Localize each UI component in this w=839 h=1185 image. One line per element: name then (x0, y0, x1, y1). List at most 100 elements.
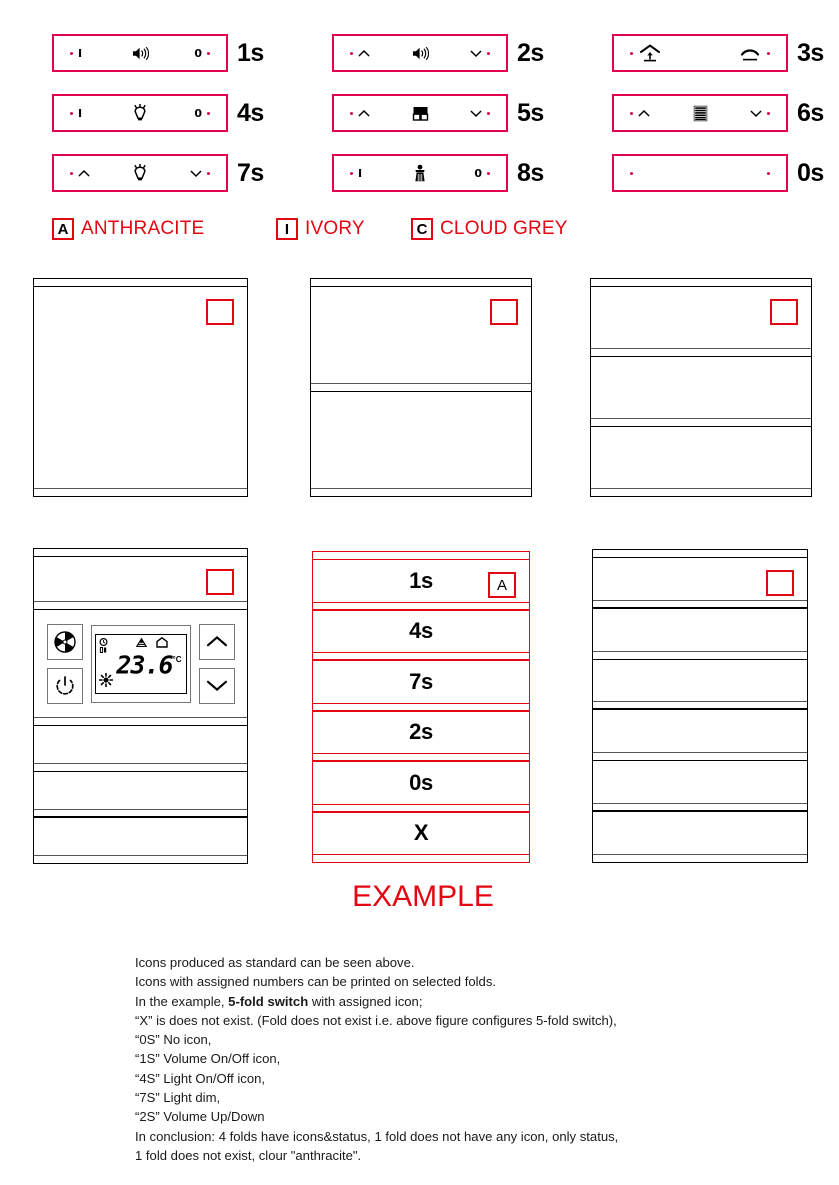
fold-6[interactable]: X (313, 812, 529, 854)
awning-retract-icon (740, 49, 760, 61)
state-label-left: I (78, 106, 83, 120)
fold-2[interactable] (591, 357, 811, 418)
icon-preview-3s (612, 34, 788, 72)
switch-panel-6-fold[interactable] (592, 549, 808, 863)
led-dot-icon (767, 111, 770, 115)
speaker-volume-icon (412, 46, 429, 60)
left-indicator-1s: I (64, 36, 120, 70)
fold-3[interactable] (591, 427, 811, 488)
icon-legend-item-5s: 5s (332, 94, 544, 132)
fold-4[interactable] (593, 710, 807, 753)
panel-strip-top (311, 278, 531, 287)
panel-strip-mid (593, 803, 807, 813)
panel-body: 1s A 4s 7s 2s 0s X (312, 551, 530, 863)
panel-body: 23.6 °C (33, 548, 248, 864)
icon-legend-grid: I 0 1s 2s 3s I 0 4s 5s 6s 7s I 0 8s 0s (0, 0, 839, 205)
fold-2[interactable]: 4s (313, 610, 529, 652)
fold-2[interactable] (311, 392, 531, 488)
left-indicator-6s (624, 96, 680, 130)
panel-strip-mid (311, 383, 531, 392)
colour-code-badge: A (52, 218, 74, 240)
icon-legend-item-1s: I 0 1s (52, 34, 264, 72)
fold-5[interactable] (593, 761, 807, 804)
fold-4[interactable]: 2s (313, 711, 529, 753)
icon-preview-0s (612, 154, 788, 192)
led-dot-icon (350, 111, 353, 115)
thermostat-left-buttons (46, 623, 83, 704)
right-indicator-2s (440, 36, 496, 70)
lamp-bulb-icon (134, 103, 146, 120)
example-caption: EXAMPLE (352, 880, 494, 913)
roller-shutter-icon (412, 106, 428, 121)
fold-3[interactable] (593, 659, 807, 702)
panel-strip-mid (313, 601, 529, 611)
fold-1[interactable] (34, 287, 247, 488)
fold-1[interactable] (34, 557, 247, 601)
venetian-blind-icon (693, 105, 707, 121)
led-dot-icon (350, 171, 353, 175)
led-dot-icon (487, 171, 490, 175)
icon-code-1s: 1s (237, 38, 264, 67)
home-icon (155, 636, 168, 648)
chevron-up-icon (78, 169, 90, 176)
switch-panel-2-fold[interactable] (310, 278, 532, 497)
fold-1[interactable] (591, 287, 811, 348)
fold-2[interactable] (593, 608, 807, 651)
right-indicator-4s: 0 (160, 96, 216, 130)
fold-thermostat[interactable]: 23.6 °C (34, 610, 247, 717)
switch-panel-thermostat[interactable]: 23.6 °C (33, 548, 248, 864)
panel-strip-mid (313, 803, 529, 813)
left-indicator-7s (64, 156, 120, 190)
center-icon-slot (400, 36, 440, 70)
temperature-down-button[interactable] (198, 667, 235, 704)
center-icon-slot (680, 96, 720, 130)
panel-strip-top (34, 278, 247, 287)
note-line: “1S” Volume On/Off icon, (135, 1051, 281, 1067)
panel-strip-bottom (313, 854, 529, 863)
fold-3[interactable]: 7s (313, 661, 529, 703)
state-label-right: 0 (194, 46, 202, 60)
fan-button[interactable] (46, 623, 83, 660)
icon-legend-item-7s: 7s (52, 154, 264, 192)
panel-strip-top (313, 551, 529, 560)
icon-legend-item-8s: I 0 8s (332, 154, 544, 192)
center-icon-slot (120, 96, 160, 130)
fold-4[interactable] (34, 772, 247, 809)
panel-strip-mid (313, 702, 529, 712)
panel-strip-bottom (34, 488, 247, 497)
status-marker (766, 570, 794, 596)
colour-code-badge: C (411, 218, 433, 240)
note-line: “7S” Light dim, (135, 1090, 221, 1106)
panel-strip-mid (593, 599, 807, 609)
fold-1[interactable]: 1s A (313, 560, 529, 602)
switch-panel-example[interactable]: 1s A 4s 7s 2s 0s X (312, 551, 530, 863)
right-indicator-6s (720, 96, 776, 130)
led-dot-icon (487, 111, 490, 115)
icon-code-3s: 3s (797, 38, 824, 67)
panel-body (590, 278, 812, 497)
status-marker: A (488, 572, 516, 598)
icon-code-0s: 0s (797, 158, 824, 187)
led-dot-icon (767, 171, 770, 175)
power-button[interactable] (46, 667, 83, 704)
fold-icon-code: 0s (409, 769, 433, 795)
note-line: “0S” No icon, (135, 1032, 212, 1048)
center-icon-slot (680, 156, 720, 190)
icon-legend-item-0s: 0s (612, 154, 824, 192)
panel-strip-bottom (591, 488, 811, 497)
switch-panel-3-fold[interactable] (590, 278, 812, 497)
fold-3[interactable] (34, 726, 247, 763)
chevron-down-icon (470, 110, 482, 117)
fold-6[interactable] (593, 812, 807, 854)
center-icon-slot (120, 156, 160, 190)
note-line: “X” is does not exist. (Fold does not ex… (135, 1012, 617, 1028)
note-post: with assigned icon; (308, 993, 423, 1009)
switch-panel-1-fold[interactable] (33, 278, 248, 497)
fold-5[interactable] (34, 818, 247, 855)
fold-1[interactable] (311, 287, 531, 383)
panel-strip-bottom (34, 855, 247, 864)
icon-preview-4s: I 0 (52, 94, 228, 132)
fold-5[interactable]: 0s (313, 762, 529, 804)
fold-1[interactable] (593, 558, 807, 600)
temperature-up-button[interactable] (198, 623, 235, 660)
